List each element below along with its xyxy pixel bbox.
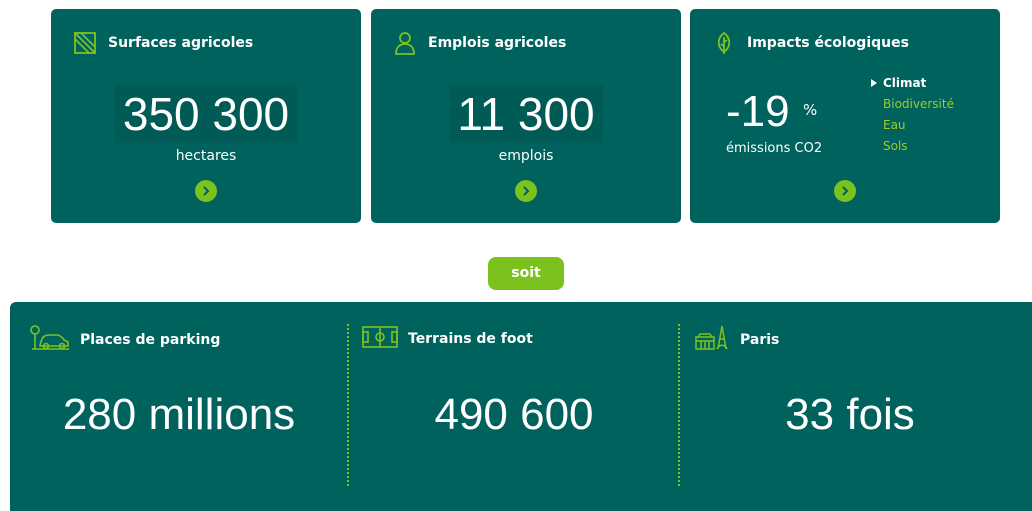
parking-car-icon [30,325,70,355]
eco-value: -19 [726,87,790,136]
card-header: Emplois agricoles [393,31,566,55]
tab-sols[interactable]: Sols [870,136,954,157]
card-header: Impacts écologiques [712,31,909,55]
eco-unit: émissions CO2 [726,141,823,156]
equivalent-value: 490 600 [434,390,594,439]
equivalent-value: 33 fois [785,390,915,439]
card-title: Emplois agricoles [428,35,567,51]
more-button[interactable] [515,180,537,202]
chevron-right-icon [523,186,530,196]
equivalent-parking: Places de parking 280 millions [10,302,348,511]
card-surfaces-agricoles: Surfaces agricoles 350 300 hectares [51,9,361,223]
person-icon [393,31,417,55]
soit-label: soit [488,257,564,290]
football-field-icon [362,325,398,353]
tab-biodiversite[interactable]: Biodiversité [870,94,954,115]
equivalent-header: Places de parking [30,325,220,355]
paris-eiffel-icon [694,325,730,355]
chevron-right-icon [203,186,210,196]
chevron-right-icon [842,186,849,196]
card-unit: emplois [498,148,554,164]
more-button[interactable] [195,180,217,202]
card-header: Surfaces agricoles [73,31,253,55]
more-button[interactable] [834,180,856,202]
equivalent-header: Paris [694,325,779,355]
equivalent-football: Terrains de foot 490 600 [349,302,679,511]
equivalent-value: 280 millions [62,390,296,439]
equivalent-title: Paris [740,332,780,348]
card-unit: hectares [175,148,237,164]
tab-climat[interactable]: Climat [870,73,954,94]
card-value: 350 300 [51,85,361,143]
equivalents-panel: Places de parking 280 millions Terrains … [10,302,1032,511]
tab-eau[interactable]: Eau [870,115,954,136]
equivalent-header: Terrains de foot [362,325,533,353]
eco-tabs: Climat Biodiversité Eau Sols [870,73,954,157]
equivalent-paris: Paris 33 fois [680,302,1020,511]
equivalent-title: Places de parking [80,332,221,348]
card-impacts-ecologiques: Impacts écologiques -19 % émissions CO2 … [690,9,1000,223]
card-value: 11 300 [371,85,681,143]
card-title: Surfaces agricoles [108,35,254,51]
leaf-icon [712,31,736,55]
card-title: Impacts écologiques [747,35,909,51]
eco-percent: % [803,101,818,119]
field-icon [73,31,97,55]
card-emplois-agricoles: Emplois agricoles 11 300 emplois [371,9,681,223]
equivalent-title: Terrains de foot [408,331,533,347]
